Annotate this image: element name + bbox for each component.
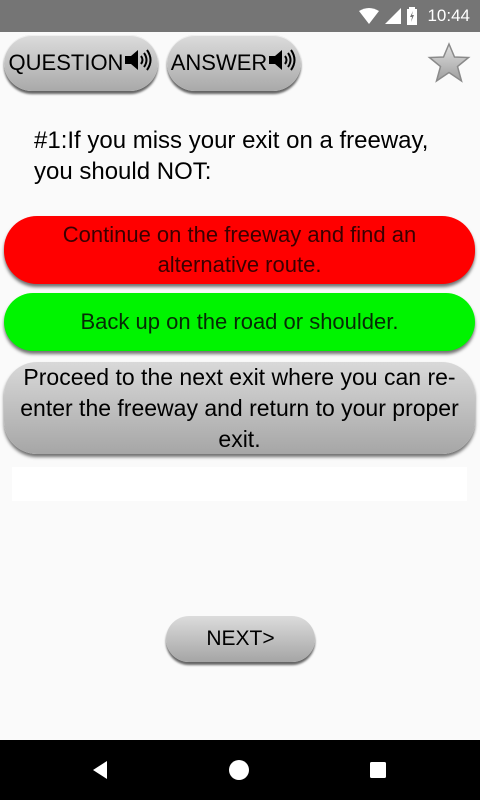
status-time: 10:44 bbox=[427, 6, 470, 25]
navigation-bar bbox=[0, 740, 480, 800]
answer-label: ANSWER bbox=[170, 50, 268, 75]
speaker-icon bbox=[125, 49, 153, 77]
wifi-icon bbox=[359, 8, 380, 24]
recents-icon[interactable] bbox=[362, 754, 394, 786]
back-icon[interactable] bbox=[84, 754, 116, 786]
speaker-icon bbox=[269, 49, 297, 77]
signal-icon bbox=[385, 8, 402, 24]
battery-icon bbox=[407, 7, 418, 25]
question-text: #1:If you miss your exit on a freeway, y… bbox=[34, 127, 429, 185]
next-button[interactable]: NEXT> bbox=[166, 616, 315, 662]
answer-option-3[interactable]: Proceed to the next exit where you can r… bbox=[4, 362, 475, 454]
star-icon[interactable] bbox=[427, 42, 471, 84]
status-bar: 10:44 bbox=[0, 0, 480, 32]
status-icons: 10:44 bbox=[359, 0, 470, 32]
answer-option-1[interactable]: Continue on the freeway and find an alte… bbox=[4, 216, 475, 284]
question-audio-button[interactable]: QUESTION bbox=[4, 35, 158, 91]
question-label: QUESTION bbox=[8, 50, 124, 75]
explanation-box bbox=[12, 467, 467, 501]
answer-audio-button[interactable]: ANSWER bbox=[167, 35, 301, 91]
home-icon[interactable] bbox=[223, 754, 255, 786]
answer-option-2[interactable]: Back up on the road or shoulder. bbox=[4, 293, 475, 351]
